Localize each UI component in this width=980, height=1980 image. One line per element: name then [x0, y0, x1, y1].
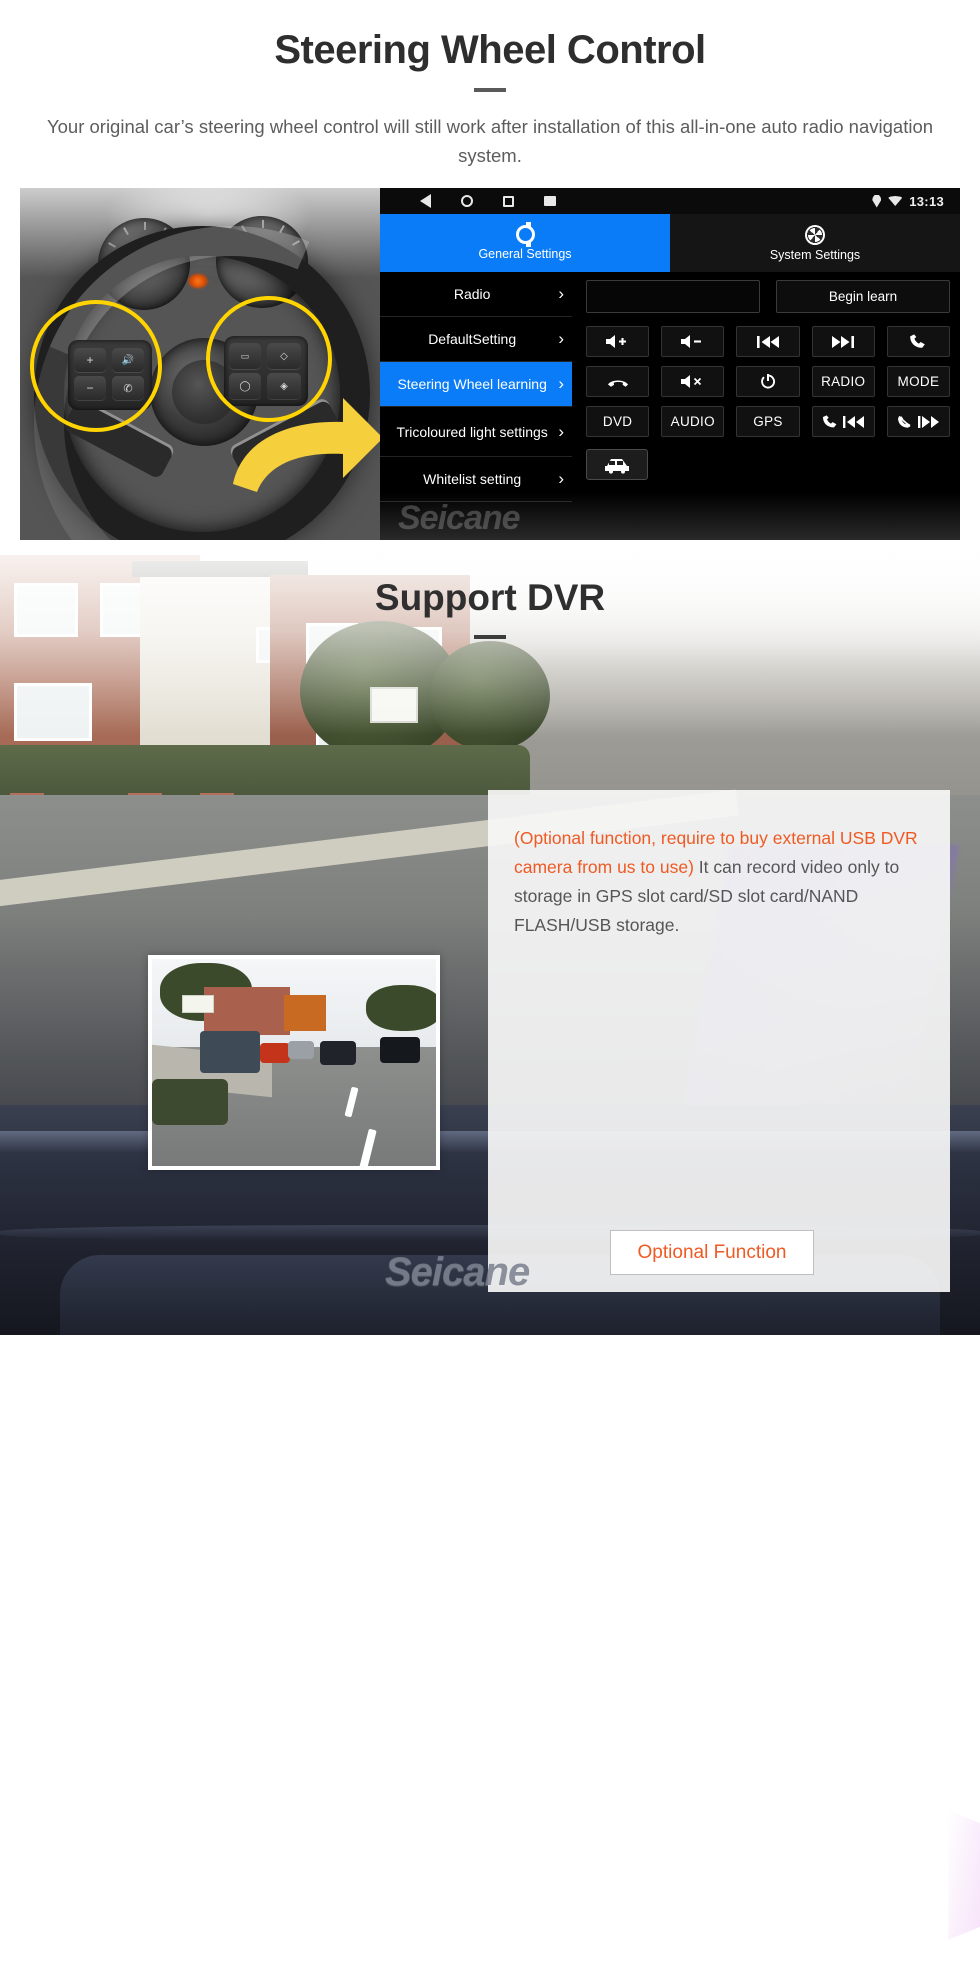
- menu-item-tricoloured-light-settings-label: Tricoloured light settings: [396, 423, 548, 440]
- panel-top-row: Begin learn: [586, 280, 950, 313]
- photo-fade-overlay: [0, 545, 980, 735]
- key-power[interactable]: [736, 366, 800, 397]
- key-mute[interactable]: [661, 366, 725, 397]
- dvr-info-card: (Optional function, require to buy exter…: [488, 790, 980, 1940]
- key-dvd[interactable]: DVD: [586, 406, 650, 437]
- key-audio[interactable]: AUDIO: [661, 406, 725, 437]
- preview-car-black: [380, 1037, 420, 1063]
- yellow-arrow-icon: [233, 398, 382, 492]
- steering-wheel-photo-strip: + − 🔊 ✆ ▭ ◯ ◇ ◈ 13:13 General Settings S…: [20, 188, 960, 540]
- car-icon: [605, 459, 629, 474]
- chevron-right-icon: ›: [558, 284, 564, 303]
- screenshot-icon[interactable]: [544, 196, 556, 206]
- highlight-circle-left: [30, 300, 162, 432]
- steering-wheel-control-section: Steering Wheel Control Your original car…: [0, 0, 980, 545]
- menu-item-radio-label: Radio: [453, 286, 491, 302]
- recents-square-icon[interactable]: [503, 195, 514, 207]
- preview-tree-right: [366, 985, 436, 1031]
- system-settings-icon: [805, 224, 825, 245]
- settings-menu-list: Radio › DefaultSetting › Steering Wheel …: [380, 272, 572, 540]
- preview-car-suv: [200, 1031, 260, 1073]
- key-next-track[interactable]: [811, 326, 875, 357]
- android-nav-icons: [420, 194, 556, 208]
- tab-general-settings[interactable]: General Settings: [380, 214, 670, 272]
- menu-item-tricoloured-light-settings[interactable]: Tricoloured light settings ›: [380, 407, 572, 457]
- menu-item-steering-wheel-learning-label: Steering Wheel learning: [397, 376, 547, 392]
- optional-function-button[interactable]: Optional Function: [610, 1230, 814, 1275]
- chevron-right-icon: ›: [558, 469, 564, 488]
- back-triangle-icon[interactable]: [420, 194, 431, 208]
- chevron-right-icon: ›: [558, 374, 564, 393]
- gps-pin-icon: [872, 194, 882, 208]
- key-mode[interactable]: MODE: [886, 366, 950, 397]
- dashcam-video-preview: [148, 955, 440, 1170]
- begin-learn-button[interactable]: Begin learn: [776, 280, 950, 313]
- steering-wheel-learning-panel: Begin learn RADIO MODE DVD AUDIO GPS: [572, 272, 960, 540]
- gear-icon: [515, 222, 535, 247]
- preview-sign: [182, 995, 214, 1013]
- car-icon-button[interactable]: [586, 449, 648, 480]
- key-phone-hangup[interactable]: [586, 366, 650, 397]
- menu-item-default-setting[interactable]: DefaultSetting ›: [380, 317, 572, 362]
- menu-item-radio[interactable]: Radio ›: [380, 272, 572, 317]
- key-gps[interactable]: GPS: [736, 406, 800, 437]
- android-status-bar: 13:13: [380, 188, 960, 214]
- home-circle-icon[interactable]: [461, 195, 473, 207]
- steering-key-grid: RADIO MODE DVD AUDIO GPS: [586, 326, 950, 437]
- menu-item-steering-wheel-learning[interactable]: Steering Wheel learning ›: [380, 362, 572, 407]
- wifi-icon: [888, 196, 903, 206]
- preview-car-silver: [288, 1041, 314, 1059]
- chevron-right-icon: ›: [558, 329, 564, 348]
- preview-terrace-houses: [204, 987, 290, 1035]
- status-clock: 13:13: [909, 193, 944, 209]
- section-title-support-dvr: Support DVR: [374, 577, 606, 618]
- preview-car-red: [260, 1043, 290, 1063]
- menu-item-default-setting-label: DefaultSetting: [428, 331, 517, 347]
- section-title-divider: [474, 635, 506, 639]
- key-previous-track[interactable]: [736, 326, 800, 357]
- key-volume-down[interactable]: [661, 326, 725, 357]
- tab-system-settings[interactable]: System Settings: [670, 214, 960, 272]
- chevron-right-icon: ›: [558, 421, 564, 441]
- steering-wheel-photo: + − 🔊 ✆ ▭ ◯ ◇ ◈: [20, 188, 382, 540]
- preview-car-dark: [320, 1041, 356, 1065]
- preview-orange-truck: [284, 995, 326, 1031]
- page-subtitle: Your original car’s steering wheel contr…: [46, 116, 934, 166]
- key-phone-previous[interactable]: [811, 406, 875, 437]
- panel-bottom-row: [586, 449, 950, 480]
- tab-general-settings-label: General Settings: [478, 247, 572, 261]
- key-phone-reject-next[interactable]: [886, 406, 950, 437]
- learn-key-input[interactable]: [586, 280, 760, 313]
- tab-system-settings-label: System Settings: [769, 247, 861, 262]
- page-title: Steering Wheel Control: [274, 28, 706, 72]
- status-bar-right: 13:13: [872, 194, 944, 209]
- key-radio[interactable]: RADIO: [811, 366, 875, 397]
- dvr-info-text: (Optional function, require to buy exter…: [514, 824, 926, 940]
- camera-light-beam: [948, 1810, 980, 1940]
- menu-item-whitelist-setting-label: Whitelist setting: [423, 471, 522, 487]
- title-divider: [474, 88, 506, 92]
- key-volume-up[interactable]: [586, 326, 650, 357]
- preview-hedge: [152, 1079, 228, 1125]
- menu-item-whitelist-setting[interactable]: Whitelist setting ›: [380, 457, 572, 502]
- head-unit-screenshot: 13:13 General Settings System Settings R…: [380, 188, 960, 540]
- key-phone-answer[interactable]: [886, 326, 950, 357]
- settings-tabs: General Settings System Settings: [380, 214, 960, 272]
